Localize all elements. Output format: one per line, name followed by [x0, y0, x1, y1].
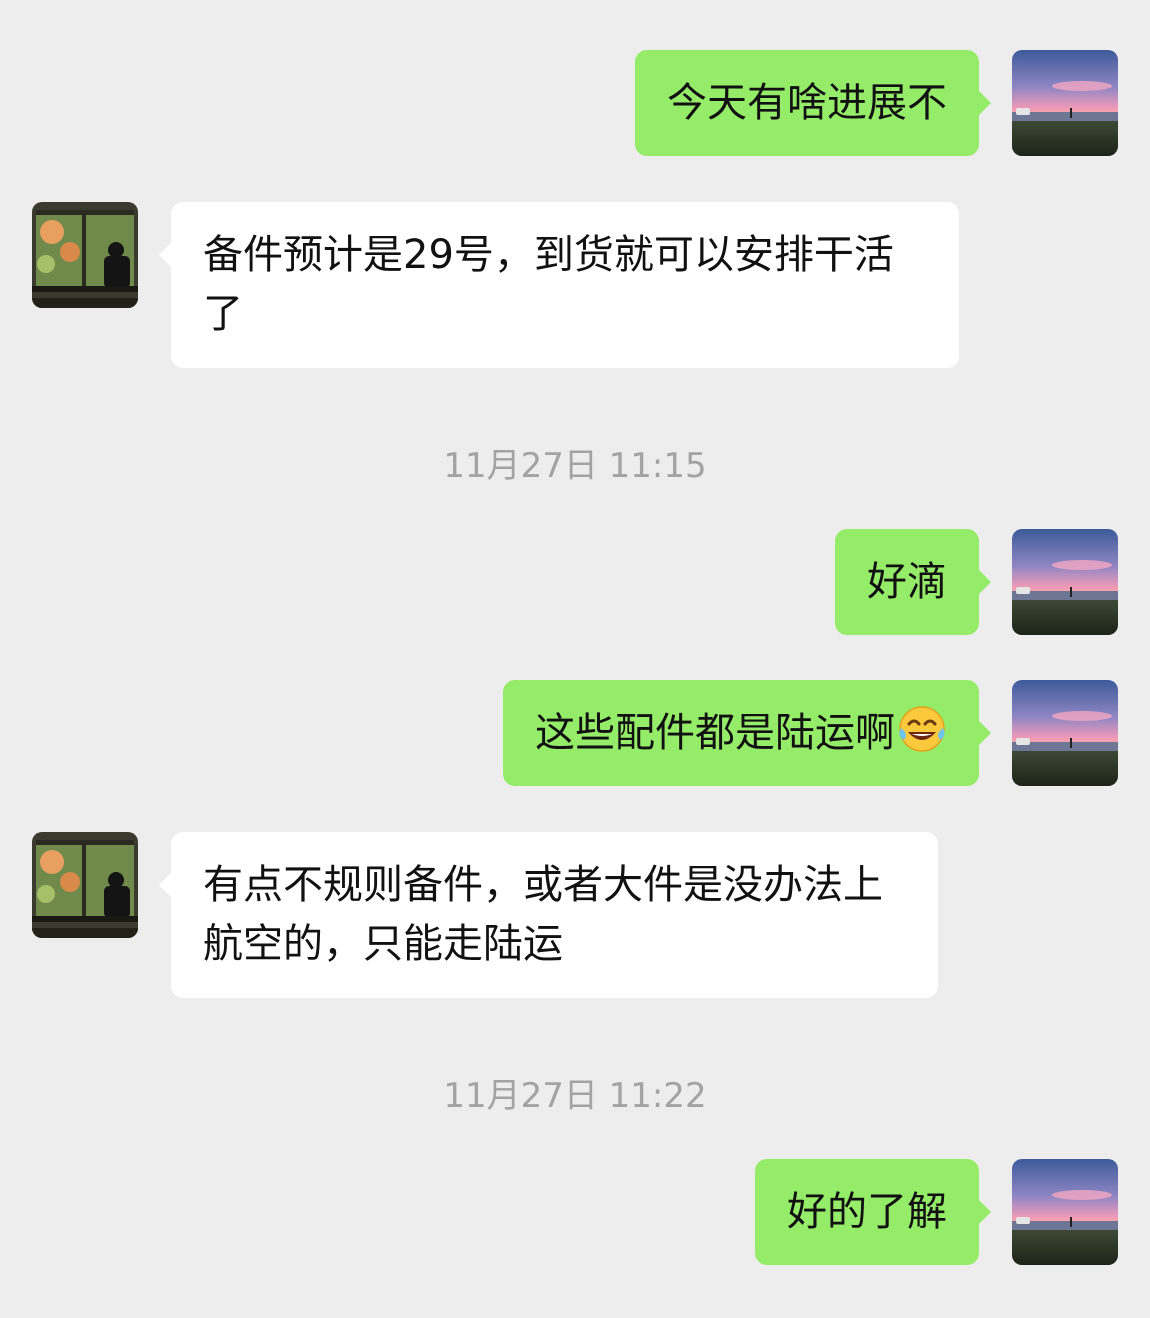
tears-of-joy-emoji-icon	[897, 704, 947, 754]
message-text: 今天有啥进展不	[667, 80, 947, 126]
message-bubble-incoming[interactable]: 有点不规则备件，或者大件是没办法上航空的，只能走陆运	[159, 832, 938, 998]
message-bubble-outgoing[interactable]: 这些配件都是陆运啊	[503, 680, 991, 786]
my-avatar[interactable]	[1012, 1159, 1118, 1265]
contact-avatar[interactable]	[32, 832, 138, 938]
message-text: 有点不规则备件，或者大件是没办法上航空的，只能走陆运	[203, 862, 883, 967]
timestamp: 11月27日 11:15	[443, 446, 707, 486]
message-bubble-outgoing[interactable]: 今天有啥进展不	[635, 50, 991, 156]
message-text: 这些配件都是陆运啊	[535, 710, 895, 756]
message-text: 好滴	[867, 559, 947, 605]
message-bubble-outgoing[interactable]: 好滴	[835, 529, 991, 635]
message-text: 好的了解	[787, 1189, 947, 1235]
chat-window: 今天有啥进展不 备件预计是29号，到货就可以安排干活了 11月27日 11:15…	[0, 0, 1150, 1318]
contact-avatar[interactable]	[32, 202, 138, 308]
my-avatar[interactable]	[1012, 680, 1118, 786]
my-avatar[interactable]	[1012, 50, 1118, 156]
message-bubble-incoming[interactable]: 备件预计是29号，到货就可以安排干活了	[159, 202, 959, 368]
timestamp: 11月27日 11:22	[443, 1076, 707, 1116]
my-avatar[interactable]	[1012, 529, 1118, 635]
message-text: 备件预计是29号，到货就可以安排干活了	[203, 232, 894, 337]
message-bubble-outgoing[interactable]: 好的了解	[755, 1159, 991, 1265]
